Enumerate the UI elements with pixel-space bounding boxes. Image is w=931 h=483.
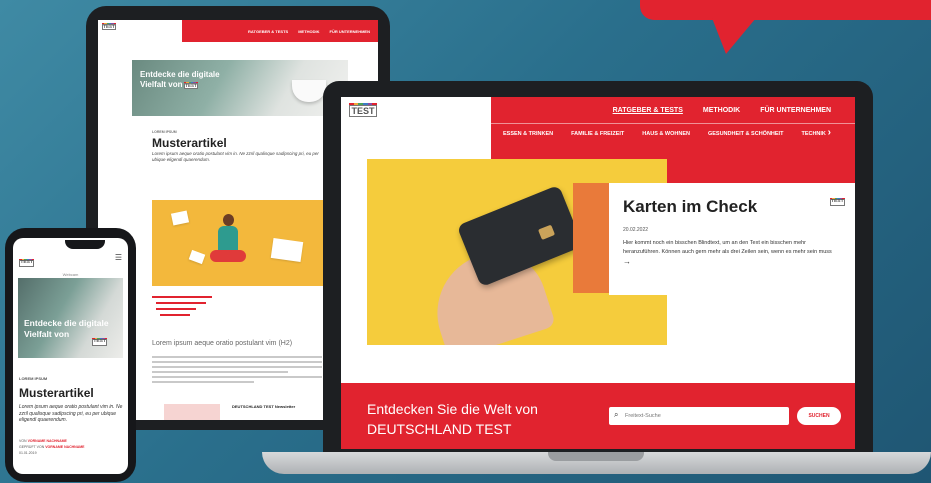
reviewer-prefix: GEPRÜFT VON — [19, 445, 45, 449]
search-input[interactable] — [625, 411, 781, 421]
phone-article-title: Musterartikel — [19, 386, 94, 400]
hero-text-body: Hier kommt noch ein bisschen Blindtext, … — [623, 240, 832, 255]
laptop-base-notch — [548, 452, 644, 461]
phone-logo[interactable]: TEST — [19, 258, 35, 267]
hero-title: Karten im Check — [623, 197, 758, 216]
hero-mini-logo-wrap: TEST — [829, 189, 845, 207]
phone-hero-title: Entdecke die digitale Vielfalt von — [24, 318, 109, 339]
phone-hero-logo: TEST — [92, 338, 108, 346]
phone-hero-banner[interactable]: Entdecke die digitale Vielfalt von TEST — [18, 278, 123, 358]
category-technik[interactable]: TECHNIK — [801, 131, 825, 137]
logo-stripes — [349, 103, 377, 105]
tablet-nav-methodik[interactable]: METHODIK — [298, 29, 319, 34]
carousel-progress-fill — [677, 309, 732, 311]
tablet-logo[interactable]: TEST — [102, 23, 116, 30]
tablet-article-image — [152, 200, 324, 286]
flying-paper — [170, 210, 190, 226]
nav-divider — [491, 123, 855, 124]
logo-text: TEST — [829, 199, 845, 206]
laptop-category-nav: ESSEN & TRINKEN FAMILIE & FREIZEIT HAUS … — [503, 131, 826, 137]
phone-article-lead: Lorem ipsum aeque oratio postulant vim i… — [19, 404, 123, 423]
tablet-author-info — [152, 168, 232, 180]
phone-breadcrumb: Webcam — [62, 272, 79, 277]
hero-mini-logo: TEST — [829, 197, 845, 206]
publish-date: 01.01.2019 — [19, 451, 37, 455]
phone-screen: TEST ☰ Webcam Entdecke die digitale Viel… — [13, 238, 128, 474]
tablet-h2: Lorem ipsum aeque oratio postulant vim (… — [152, 340, 293, 347]
category-essen-trinken[interactable]: ESSEN & TRINKEN — [503, 131, 553, 137]
tablet-toc-list[interactable] — [152, 296, 212, 320]
category-haus-wohnen[interactable]: HAUS & WOHNEN — [642, 131, 690, 137]
phone-logo-wrap: TEST — [19, 250, 35, 268]
flying-paper — [270, 238, 304, 262]
logo-text: TEST — [102, 24, 116, 30]
speech-bubble — [640, 0, 931, 20]
chevron-right-icon[interactable]: › — [828, 127, 831, 138]
newsletter-title: DEUTSCHLAND TEST Newsletter — [232, 404, 296, 409]
laptop-logo[interactable]: TEST — [349, 103, 377, 117]
flying-paper — [188, 249, 206, 265]
laptop-top-nav: RATGEBER & TESTS METHODIK FÜR UNTERNEHME… — [613, 107, 831, 114]
reviewer-name[interactable]: VORNAME NACHNAME — [45, 445, 84, 449]
carousel-progress[interactable] — [677, 309, 787, 311]
logo-text: TEST — [349, 105, 377, 117]
tablet-hero-logo: TEST — [184, 82, 198, 89]
arrow-left-icon[interactable]: ← — [799, 301, 815, 317]
tablet-meta: LOREM IPSUM — [152, 130, 177, 134]
hero-text: Hier kommt noch ein bisschen Blindtext, … — [623, 239, 841, 268]
phone-notch — [65, 240, 105, 249]
newsletter-image — [164, 404, 220, 420]
logo-text: TEST — [19, 260, 35, 267]
tablet-article-title: Musterartikel — [152, 136, 227, 150]
logo-text: TEST — [92, 339, 108, 346]
speech-bubble-tail — [712, 18, 756, 54]
laptop-screen: TEST RATGEBER & TESTS METHODIK FÜR UNTER… — [341, 97, 855, 449]
orange-accent-bar — [573, 183, 609, 293]
arrow-right-icon[interactable]: → — [821, 301, 837, 317]
nav-fuer-unternehmen[interactable]: FÜR UNTERNEHMEN — [760, 107, 831, 114]
person-legs — [210, 250, 246, 262]
nav-methodik[interactable]: METHODIK — [703, 107, 740, 114]
menu-icon[interactable]: ☰ — [115, 253, 122, 262]
search-box: ⌕ — [609, 407, 789, 425]
tablet-nav-unternehmen[interactable]: FÜR UNTERNEHMEN — [330, 29, 370, 34]
tablet-header: TEST RATGEBER & TESTS METHODIK FÜR UNTER… — [98, 20, 378, 42]
explore-heading: Entdecken Sie die Welt von DEUTSCHLAND T… — [367, 401, 538, 437]
phone-device: TEST ☰ Webcam Entdecke die digitale Viel… — [5, 228, 136, 482]
tablet-body-text — [152, 356, 322, 386]
phone-category: LOREM IPSUM — [19, 376, 48, 381]
laptop-logo-wrap: TEST — [349, 101, 377, 119]
explore-section: Entdecken Sie die Welt von DEUTSCHLAND T… — [341, 383, 855, 449]
logo-text: TEST — [184, 83, 198, 89]
tablet-top-nav: RATGEBER & TESTS METHODIK FÜR UNTERNEHME… — [182, 20, 378, 42]
phone-author-info: VON VORNAME NACHNAME GEPRÜFT VON VORNAME… — [19, 438, 127, 456]
tablet-article-lead: Lorem ipsum aeque oratio postulant vim i… — [152, 151, 319, 162]
tablet-hero-banner[interactable]: Entdecke die digitale Vielfalt von TEST — [132, 60, 348, 116]
category-gesundheit-schoenheit[interactable]: GESUNDHEIT & SCHÖNHEIT — [708, 131, 783, 137]
category-familie-freizeit[interactable]: FAMILIE & FREIZEIT — [571, 131, 624, 137]
laptop-device: TEST RATGEBER & TESTS METHODIK FÜR UNTER… — [323, 81, 873, 458]
search-icon: ⌕ — [614, 410, 619, 419]
tablet-logo-area: TEST — [98, 20, 182, 42]
card-chip — [537, 224, 556, 241]
coffee-cup-image — [292, 80, 326, 102]
arrow-right-small-icon[interactable]: → — [623, 257, 631, 266]
person-head — [223, 214, 234, 226]
hero-info-box[interactable]: Karten im Check TEST 20.02.2022 Hier kom… — [609, 183, 855, 295]
author-name[interactable]: VORNAME NACHNAME — [28, 439, 67, 443]
search-button[interactable]: SUCHEN — [797, 407, 841, 425]
tablet-nav-ratgeber[interactable]: RATGEBER & TESTS — [248, 29, 288, 34]
nav-ratgeber-tests[interactable]: RATGEBER & TESTS — [613, 107, 683, 114]
person-body — [218, 226, 238, 252]
tablet-newsletter-card[interactable]: DEUTSCHLAND TEST Newsletter — [152, 398, 322, 420]
hero-date: 20.02.2022 — [623, 227, 649, 233]
author-prefix: VON — [19, 439, 27, 443]
